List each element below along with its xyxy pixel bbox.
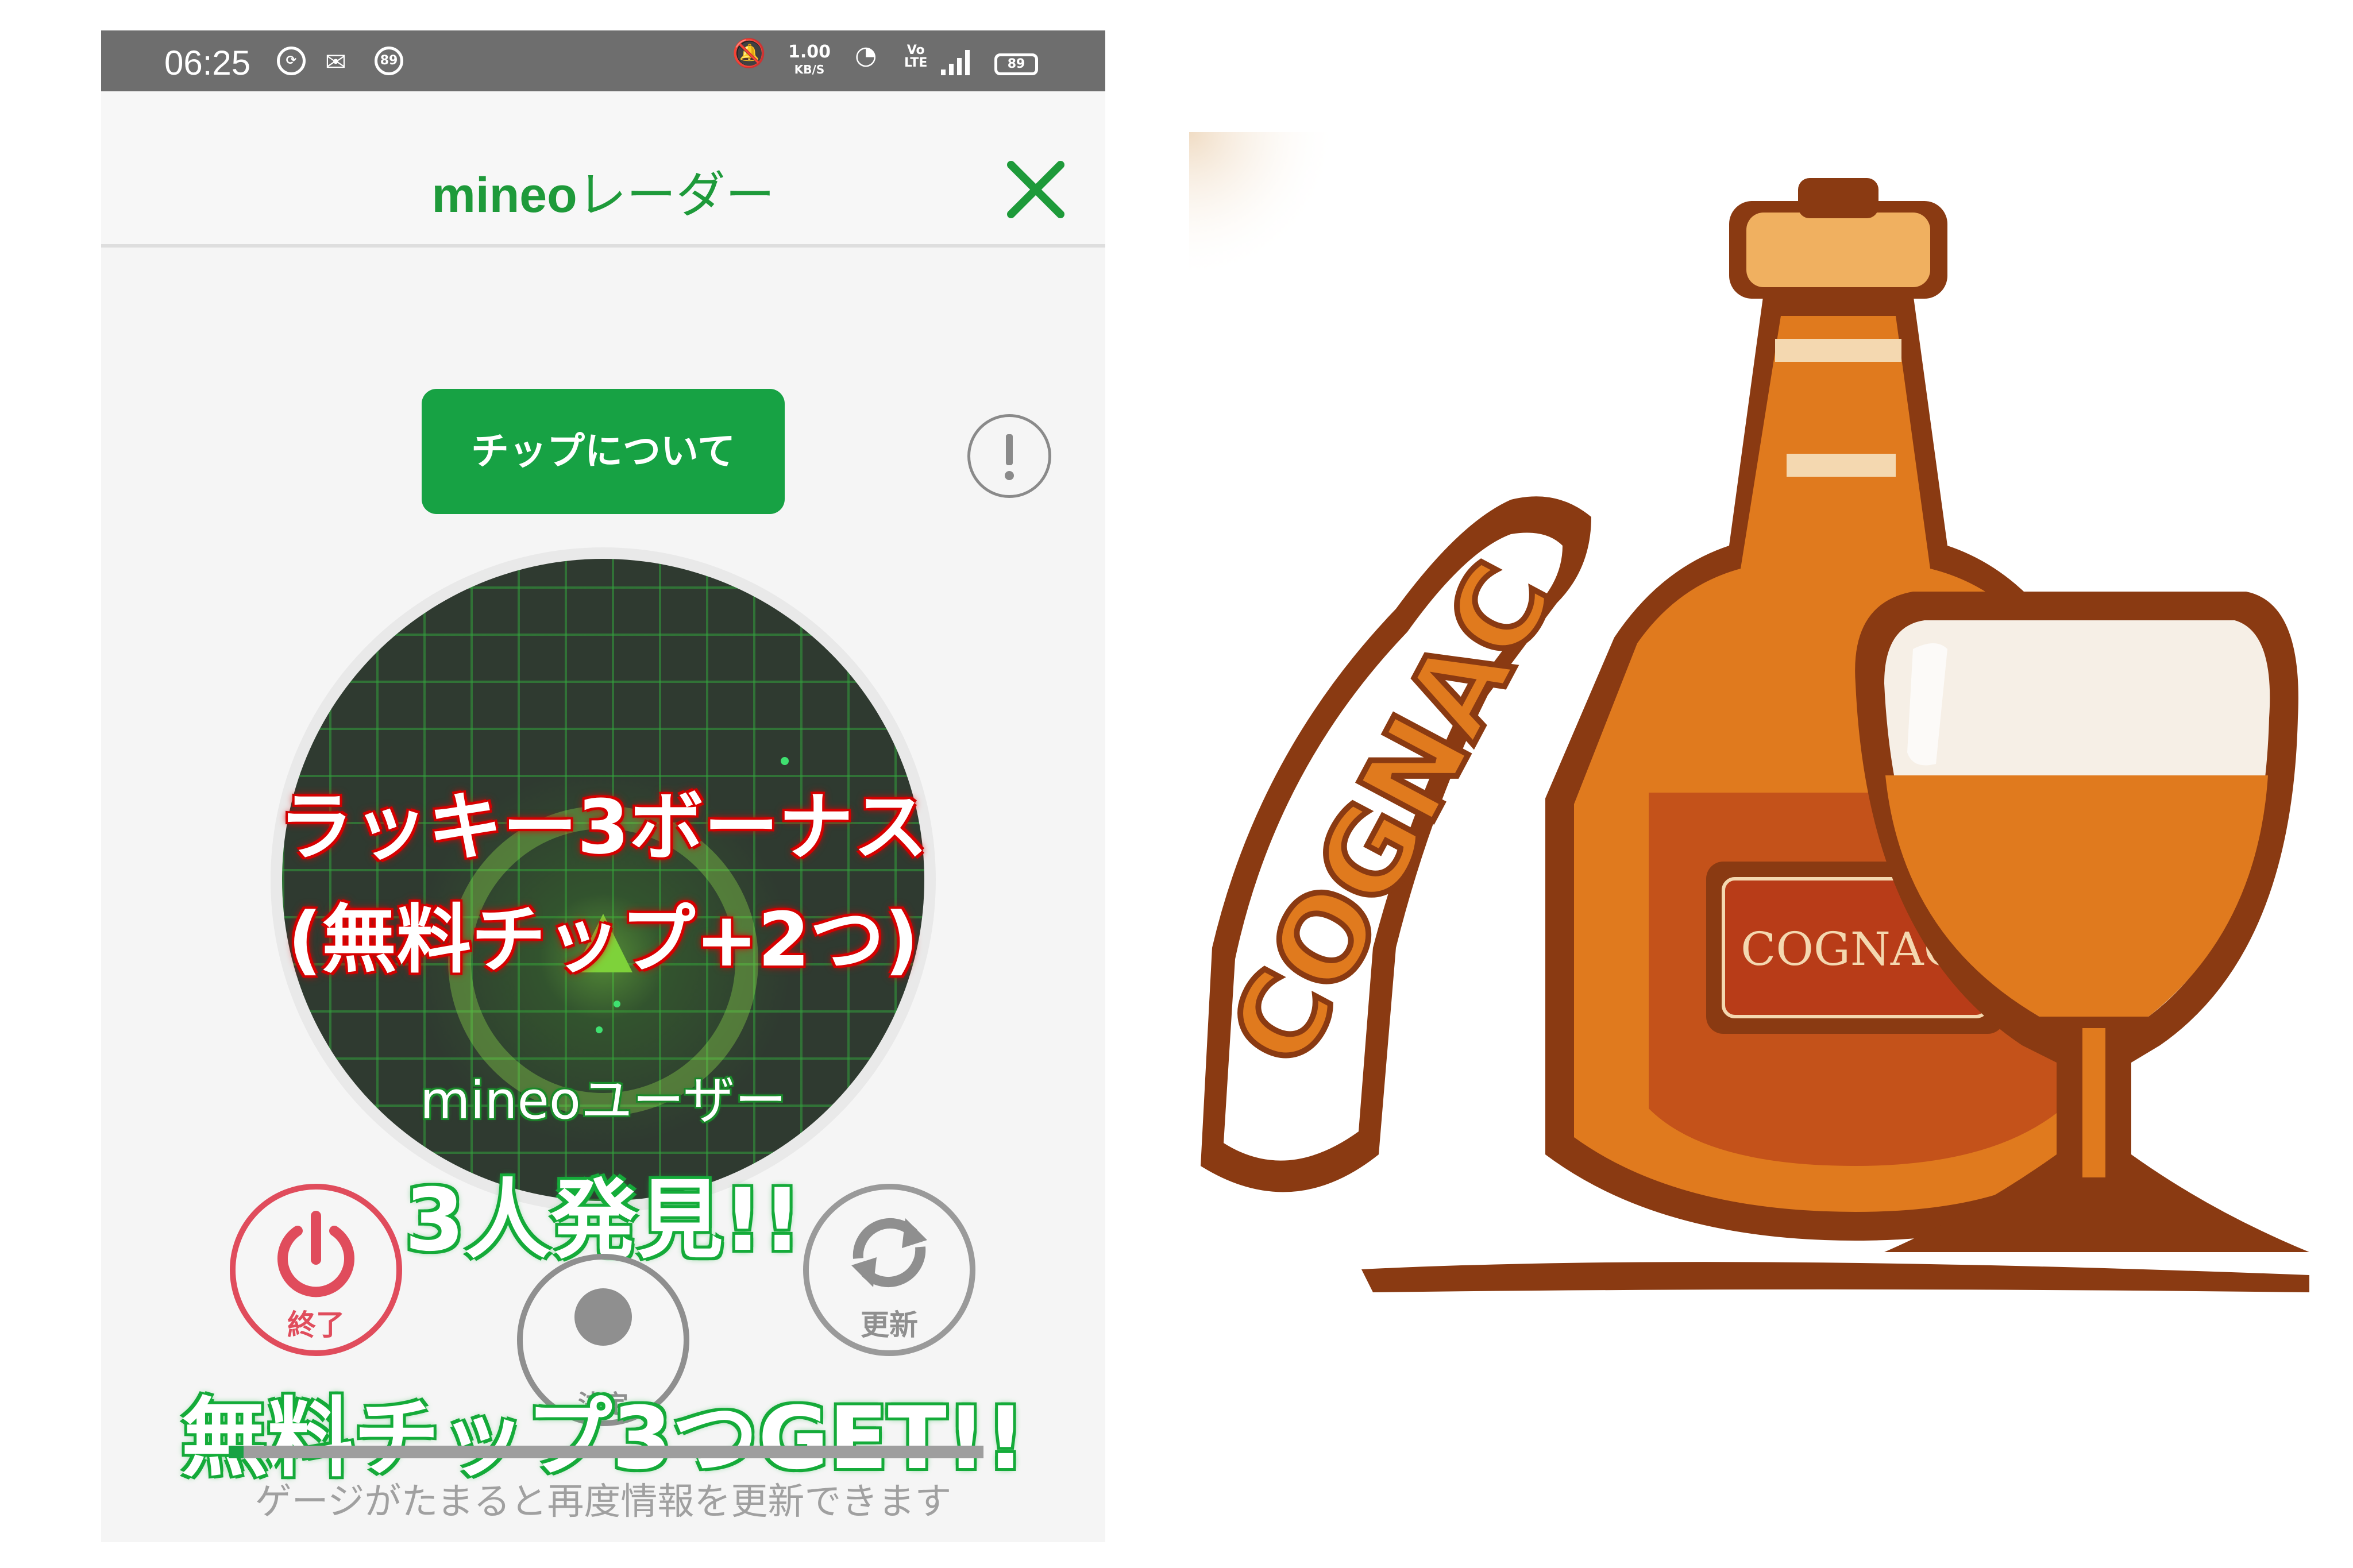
title-suffix: レーダー <box>577 167 775 224</box>
bonus-line-2: (無料チップ+2つ) <box>287 896 919 983</box>
info-icon[interactable] <box>967 414 1051 498</box>
cognac-bottle-and-glass-image: COGNAC COGNAC <box>1189 132 2309 1292</box>
nearby-user-dot <box>614 1001 620 1007</box>
wifi-icon: ◔ <box>855 41 877 70</box>
close-icon[interactable] <box>1004 158 1067 221</box>
net-speed: 1.00 KB/S <box>788 44 831 78</box>
refresh-gauge <box>229 1446 983 1458</box>
title-bar: mineoレーダー <box>101 91 1105 248</box>
notification-badge-icon: 89 <box>375 47 403 75</box>
bonus-line-1: ラッキー3ボーナス <box>278 783 928 871</box>
mail-icon: ✉ <box>325 48 346 77</box>
volte-icon: Vo LTE <box>904 44 927 69</box>
end-button[interactable]: 終了 <box>230 1184 402 1356</box>
sync-icon: ⟳ <box>277 47 306 75</box>
power-icon <box>277 1211 354 1297</box>
mineo-radar-screen: 06:25 ⟳ ✉ 89 🔕 1.00 KB/S ◔ Vo LTE 89 min… <box>101 30 1105 1542</box>
refresh-gauge-fill <box>229 1446 244 1458</box>
end-button-label: 終了 <box>287 1308 345 1342</box>
status-time: 06:25 <box>164 44 251 82</box>
gauge-hint: ゲージがたまると再度情報を更新できます <box>254 1481 952 1523</box>
net-speed-value: 1.00 <box>788 42 831 62</box>
status-bar: 06:25 ⟳ ✉ 89 🔕 1.00 KB/S ◔ Vo LTE 89 <box>101 30 1105 91</box>
about-chips-button[interactable]: チップについて <box>422 389 785 514</box>
record-icon <box>574 1288 632 1346</box>
title-brand: mineo <box>431 168 577 223</box>
page-title: mineoレーダー <box>101 155 1105 226</box>
refresh-button-label: 更新 <box>861 1308 918 1342</box>
cognac-illustration: COGNAC COGNAC <box>1189 132 2332 1447</box>
mute-icon: 🔕 <box>732 37 766 69</box>
nearby-user-dot <box>596 1026 603 1033</box>
refresh-icon <box>851 1218 927 1287</box>
users-label: mineoユーザー <box>419 1071 787 1131</box>
nearby-user-dot <box>781 757 789 765</box>
refresh-button[interactable]: 更新 <box>803 1184 975 1356</box>
signal-icon <box>941 50 970 75</box>
battery-icon: 89 <box>994 53 1038 75</box>
volte-bottom: LTE <box>904 56 928 70</box>
net-speed-unit: KB/S <box>794 63 825 76</box>
